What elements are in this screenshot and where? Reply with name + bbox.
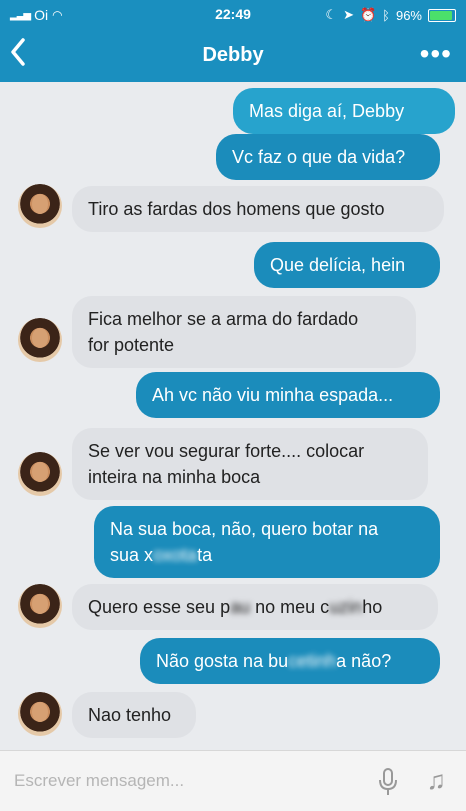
moon-icon: ☾ <box>325 7 338 22</box>
status-bar: ▂▃▅ Oi ◠ 22:49 ☾ ➤ ⏰ ᛒ 96% <box>0 0 466 30</box>
message-incoming: Quero esse seu pau no meu cuzinho <box>72 584 438 630</box>
message-text: Vc faz o que da vida? <box>232 147 406 167</box>
avatar <box>18 584 62 628</box>
avatar <box>18 452 62 496</box>
message-incoming: Nao tenho <box>72 692 196 738</box>
message-incoming: Fica melhor se a arma do fardado for pot… <box>72 296 416 368</box>
message-incoming: Tiro as fardas dos homens que gosto <box>72 186 444 232</box>
message-text: Tiro as fardas dos homens que gosto <box>88 199 385 219</box>
nav-bar: Debby ••• <box>0 30 466 82</box>
location-icon: ➤ <box>343 7 354 22</box>
message-incoming: Se ver vou segurar forte.... colocar int… <box>72 428 428 500</box>
censored-text: cetinh <box>288 651 337 671</box>
contact-name: Debby <box>202 44 264 66</box>
battery-percent: 96% <box>395 7 422 23</box>
microphone-icon[interactable] <box>378 767 398 802</box>
avatar <box>18 318 62 362</box>
battery-icon <box>428 8 456 22</box>
message-outgoing: Não gosta na bucetinha não? <box>140 638 440 684</box>
message-list[interactable]: Mas diga aí, Debby Vc faz o que da vida?… <box>0 82 466 750</box>
message-outgoing: Que delícia, hein <box>254 242 440 288</box>
avatar <box>18 184 62 228</box>
message-text: Ah vc não viu minha espada... <box>152 385 394 405</box>
message-input[interactable]: Escrever mensagem... <box>14 771 184 791</box>
censored-text: au <box>230 597 251 617</box>
message-text-line: inteira na minha boca <box>88 467 261 487</box>
message-text: Que delícia, hein <box>270 255 406 275</box>
message-text-line: Fica melhor se a arma do fardado <box>88 309 359 329</box>
message-text-line: Na sua boca, não, quero botar na <box>110 519 379 539</box>
status-icons: ☾ ➤ ⏰ ᛒ 96% <box>325 7 456 23</box>
message-outgoing: Vc faz o que da vida? <box>216 134 440 180</box>
more-options-button[interactable]: ••• <box>420 38 452 70</box>
composer-bar: Escrever mensagem... ♫ <box>0 750 466 811</box>
avatar <box>18 692 62 736</box>
message-text-line: Se ver vou segurar forte.... colocar <box>88 441 365 461</box>
alarm-icon: ⏰ <box>359 7 377 22</box>
message-text-line: for potente <box>88 335 175 355</box>
message-outgoing: Na sua boca, não, quero botar na sua xox… <box>94 506 440 578</box>
music-note-icon[interactable]: ♫ <box>427 765 447 796</box>
message-outgoing: Ah vc não viu minha espada... <box>136 372 440 418</box>
censored-text: uzin <box>329 597 363 617</box>
message-text: Nao tenho <box>88 705 172 725</box>
message-text-line: sua xoxotata <box>110 545 213 565</box>
message-text: Mas diga aí, Debby <box>249 101 405 121</box>
bluetooth-icon: ᛒ <box>382 7 390 23</box>
message-outgoing: Mas diga aí, Debby <box>233 88 455 134</box>
censored-text: oxota <box>153 545 198 565</box>
